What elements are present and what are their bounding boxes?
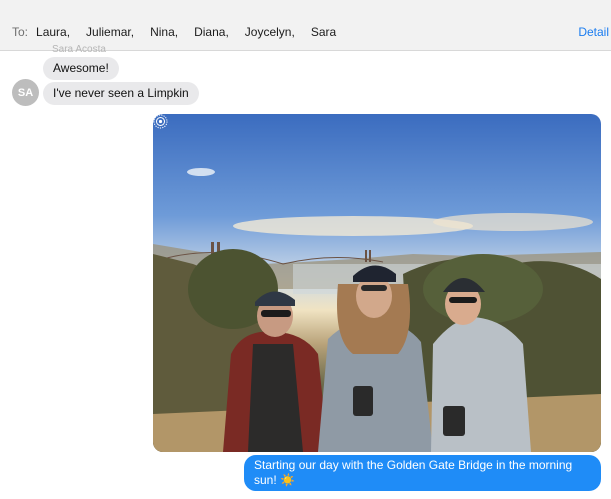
recipient-diana[interactable]: Diana, [194, 25, 229, 39]
incoming-message-bubble[interactable]: Awesome! [43, 57, 119, 80]
photo-attachment[interactable] [153, 114, 601, 452]
recipient-juliemar[interactable]: Juliemar, [86, 25, 134, 39]
outgoing-message-bubble[interactable]: Starting our day with the Golden Gate Br… [244, 455, 601, 491]
sender-name: Sara Acosta [52, 44, 106, 55]
details-button[interactable]: Detail [578, 25, 609, 39]
recipient-sara[interactable]: Sara [311, 25, 336, 39]
live-photo-icon [153, 114, 168, 129]
recipient-nina[interactable]: Nina, [150, 25, 178, 39]
avatar-initials: SA [17, 86, 34, 99]
avatar[interactable]: SA [12, 79, 39, 106]
incoming-message-bubble[interactable]: I've never seen a Limpkin [43, 82, 199, 105]
recipient-joycelyn[interactable]: Joycelyn, [245, 25, 295, 39]
photo-scene [153, 168, 601, 452]
recipients-row[interactable]: To: Laura, Juliemar, Nina, Diana, Joycel… [12, 25, 352, 39]
recipient-laura[interactable]: Laura, [36, 25, 70, 39]
to-label: To: [12, 25, 29, 39]
